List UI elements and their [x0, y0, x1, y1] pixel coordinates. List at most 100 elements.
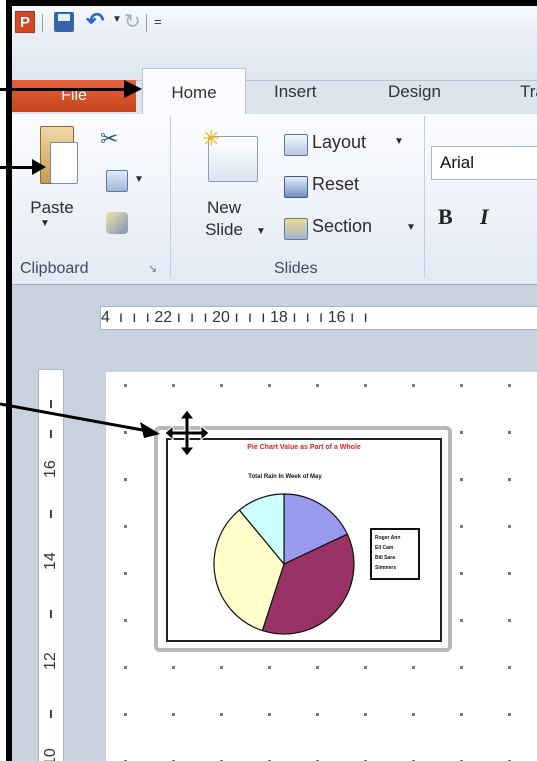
group-separator [424, 116, 425, 278]
grid-dot [460, 525, 463, 528]
clipboard-launcher-icon[interactable]: ↘ [148, 262, 157, 275]
grid-dot [220, 666, 223, 669]
chart-legend: Roger Ann Ell Cam Bill Sara Simmers [370, 528, 420, 580]
annotation-arrow-home [0, 88, 130, 91]
grid-dot [220, 384, 223, 387]
grid-dot [124, 619, 127, 622]
grid-dot [220, 713, 223, 716]
italic-button[interactable]: I [480, 204, 489, 230]
tab-file[interactable]: File [12, 80, 136, 112]
grid-dot [268, 666, 271, 669]
horizontal-ruler: 4 ı ı ı 22 ı ı ı 20 ı ı ı 18 ı ı ı 16 ı … [100, 306, 537, 330]
grid-dot [172, 713, 175, 716]
grid-dot [124, 525, 127, 528]
tab-home[interactable]: Home [142, 68, 246, 115]
format-painter-icon[interactable] [106, 212, 128, 234]
undo-dropdown-icon[interactable]: ▼ [112, 14, 122, 25]
grid-dot [316, 666, 319, 669]
grid-dot [508, 666, 511, 669]
grid-dot [460, 666, 463, 669]
paste-sheet-icon [50, 142, 78, 184]
tab-insert[interactable]: Insert [274, 76, 317, 108]
grid-dot [412, 384, 415, 387]
tab-transitions[interactable]: Tra [520, 76, 537, 108]
grid-dot [508, 478, 511, 481]
save-icon[interactable] [54, 12, 74, 32]
pie-chart [213, 493, 355, 635]
new-slide-label-line2[interactable]: Slide [192, 220, 256, 240]
font-name-box[interactable]: Arial [431, 146, 537, 180]
annotation-arrow-paste [0, 166, 36, 169]
grid-dot [124, 384, 127, 387]
arrowhead-icon [124, 80, 142, 98]
grid-dot [460, 384, 463, 387]
grid-dot [364, 713, 367, 716]
copy-dropdown-icon[interactable]: ▼ [134, 174, 144, 185]
annotation-arrow-chart [0, 402, 160, 438]
ruler-label-12: 12 [42, 652, 59, 670]
toolbar-separator [146, 14, 147, 32]
ruler-label-14: 14 [42, 552, 59, 570]
ribbon-tabs [12, 40, 537, 81]
customize-toolbar-button[interactable]: = [154, 14, 162, 29]
chart-subtitle: Total Rain In Week of May [248, 474, 322, 480]
clipboard-group-label: Clipboard [20, 260, 89, 277]
grid-dot [172, 666, 175, 669]
new-slide-label-line1[interactable]: New [192, 198, 256, 218]
grid-dot [364, 384, 367, 387]
legend-item: Simmers [375, 565, 397, 571]
grid-dot [124, 713, 127, 716]
grid-dot [268, 384, 271, 387]
grid-dot [508, 384, 511, 387]
ruler-label-10: 10 [42, 748, 59, 761]
ruler-label-16: 16 [42, 460, 59, 478]
undo-icon[interactable]: ↶ [86, 8, 104, 34]
legend-item: Roger Ann [375, 535, 401, 541]
toolbar-separator [42, 14, 43, 32]
grid-dot [508, 572, 511, 575]
grid-dot [460, 713, 463, 716]
grid-dot [460, 478, 463, 481]
grid-dot [316, 713, 319, 716]
quick-access-toolbar: P ↶ ▼ ↻ = [12, 6, 537, 40]
slides-group-label: Slides [274, 260, 318, 277]
group-separator [170, 116, 171, 278]
layout-dropdown-icon[interactable]: ▼ [394, 136, 404, 147]
grid-dot [124, 572, 127, 575]
redo-icon[interactable]: ↻ [124, 9, 141, 34]
paste-dropdown-icon[interactable]: ▼ [40, 218, 50, 229]
new-slide-dropdown-icon[interactable]: ▼ [256, 226, 266, 237]
tab-design[interactable]: Design [388, 76, 441, 108]
copy-icon[interactable] [106, 170, 128, 192]
ruler-tick [50, 610, 52, 618]
grid-dot [124, 666, 127, 669]
powerpoint-logo-icon[interactable]: P [15, 11, 35, 33]
grid-dot [364, 666, 367, 669]
new-sparkle-icon: ✳ [202, 126, 221, 151]
reset-icon[interactable] [284, 176, 308, 198]
grid-dot [124, 478, 127, 481]
layout-icon[interactable] [284, 134, 308, 156]
layout-button[interactable]: Layout [312, 132, 366, 153]
section-button[interactable]: Section [312, 216, 372, 237]
grid-dot [508, 619, 511, 622]
ruler-tick [50, 710, 52, 718]
grid-dot [508, 713, 511, 716]
arrowhead-icon [32, 159, 46, 175]
grid-dot [460, 572, 463, 575]
grid-dot [172, 384, 175, 387]
grid-dot [316, 384, 319, 387]
paste-button-label[interactable]: Paste [20, 198, 84, 218]
grid-dot [460, 619, 463, 622]
bold-button[interactable]: B [438, 204, 453, 230]
move-cursor-icon [164, 409, 210, 457]
grid-dot [412, 713, 415, 716]
grid-dot [268, 713, 271, 716]
section-icon[interactable] [284, 218, 308, 240]
grid-dot [508, 431, 511, 434]
section-dropdown-icon[interactable]: ▼ [406, 222, 416, 233]
cut-icon[interactable]: ✂ [100, 126, 118, 152]
legend-item: Ell Cam [375, 545, 394, 551]
reset-button[interactable]: Reset [312, 174, 359, 195]
grid-dot [460, 431, 463, 434]
